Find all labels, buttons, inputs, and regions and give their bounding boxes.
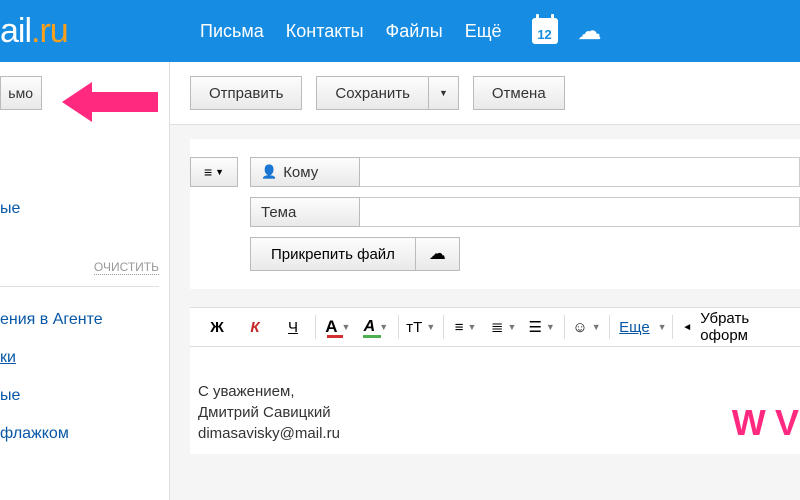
indent-icon: ≣ — [491, 318, 504, 336]
sidebar-link-ye[interactable]: ые — [0, 377, 169, 415]
cloud-icon[interactable]: ☁ — [578, 17, 602, 46]
sidebar-link-flag[interactable]: флажком — [0, 415, 169, 453]
caret-down-icon: ▼ — [468, 322, 477, 332]
action-toolbar: Отправить Сохранить ▼ Отмена — [170, 62, 800, 125]
signature-line: Дмитрий Савицкий — [198, 402, 800, 423]
separator — [315, 315, 316, 339]
nav-files[interactable]: Файлы — [386, 21, 443, 42]
attach-row: Прикрепить файл ☁ — [190, 237, 800, 271]
underline-button[interactable]: Ч — [274, 307, 312, 347]
nav-contacts[interactable]: Контакты — [286, 21, 364, 42]
attach-file-button[interactable]: Прикрепить файл — [250, 237, 416, 271]
font-size-button[interactable]: тT▼ — [402, 307, 440, 347]
subject-label: Тема — [250, 197, 360, 227]
to-label-button[interactable]: 👤 Кому — [250, 157, 360, 187]
separator — [564, 315, 565, 339]
cancel-button[interactable]: Отмена — [473, 76, 565, 110]
subject-input[interactable] — [360, 197, 800, 227]
sidebar-divider — [0, 286, 159, 287]
tutorial-arrow-icon — [62, 80, 162, 124]
smile-icon: ☺ — [572, 319, 587, 336]
sidebar-clear[interactable]: ОЧИСТИТЬ — [0, 258, 169, 276]
caret-down-icon: ▼ — [426, 322, 435, 332]
separator — [398, 315, 399, 339]
text-color-button[interactable]: A▼ — [319, 307, 357, 347]
save-button[interactable]: Сохранить — [316, 76, 428, 110]
caret-icon: ◄ — [682, 322, 692, 333]
caret-down-icon: ▼ — [215, 167, 224, 177]
top-header: ail.ru Письма Контакты Файлы Ещё 12 ☁ — [0, 0, 800, 62]
separator — [443, 315, 444, 339]
cloud-icon: ☁ — [429, 244, 446, 264]
highlight-button[interactable]: A▼ — [357, 307, 395, 347]
nav-more[interactable]: Ещё — [465, 21, 502, 42]
person-icon: 👤 — [261, 164, 277, 180]
main-area: ьмо ые ОЧИСТИТЬ ения в Агенте ки ые флаж… — [0, 62, 800, 500]
caret-down-icon: ▼ — [379, 322, 388, 332]
list-icon: ☰ — [528, 318, 541, 336]
to-input[interactable] — [360, 157, 800, 187]
sidebar-link-agent[interactable]: ения в Агенте — [0, 301, 169, 339]
to-row: ≡▼ 👤 Кому — [190, 157, 800, 187]
italic-button[interactable]: К — [236, 307, 274, 347]
save-dropdown-button[interactable]: ▼ — [428, 76, 459, 110]
caret-down-icon: ▼ — [507, 322, 516, 332]
compose-form: ≡▼ 👤 Кому Тема Прикрепить файл ☁ — [190, 139, 800, 289]
nav-mail[interactable]: Письма — [200, 21, 264, 42]
sidebar-link[interactable]: ые — [0, 190, 169, 228]
logo-ru: ru — [39, 12, 67, 50]
caret-down-icon: ▼ — [592, 322, 601, 332]
clear-format-button[interactable]: ◄ Убрать оформ — [676, 307, 792, 347]
indent-button[interactable]: ≣▼ — [485, 307, 523, 347]
calendar-icon[interactable]: 12 — [532, 18, 558, 44]
menu-icon: ≡ — [204, 164, 212, 180]
more-formats-button[interactable]: Еще▼ — [612, 307, 669, 347]
compose-button[interactable]: ьмо — [0, 76, 42, 110]
emoji-button[interactable]: ☺▼ — [568, 307, 606, 347]
sidebar: ьмо ые ОЧИСТИТЬ ения в Агенте ки ые флаж… — [0, 62, 170, 500]
header-icons: 12 ☁ — [532, 17, 602, 46]
subject-row: Тема — [190, 197, 800, 227]
attach-cloud-button[interactable]: ☁ — [416, 237, 460, 271]
subject-label-text: Тема — [261, 204, 296, 221]
separator — [672, 315, 673, 339]
align-button[interactable]: ≡▼ — [447, 307, 485, 347]
send-button[interactable]: Отправить — [190, 76, 302, 110]
caret-down-icon: ▼ — [342, 322, 351, 332]
watermark: W V — [732, 398, 800, 448]
save-group: Сохранить ▼ — [316, 76, 458, 110]
align-icon: ≡ — [455, 319, 464, 336]
separator — [609, 315, 610, 339]
sidebar-links: ые ОЧИСТИТЬ ения в Агенте ки ые флажком — [0, 190, 169, 453]
nav-links: Письма Контакты Файлы Ещё — [200, 21, 502, 42]
options-button[interactable]: ≡▼ — [190, 157, 238, 187]
sidebar-link-ki[interactable]: ки — [0, 339, 169, 377]
logo[interactable]: ail.ru — [0, 12, 170, 51]
message-body[interactable]: С уважением, Дмитрий Савицкий dimasavisk… — [190, 347, 800, 454]
list-button[interactable]: ☰▼ — [523, 307, 561, 347]
content-area: Отправить Сохранить ▼ Отмена ≡▼ 👤Кому Те… — [170, 62, 800, 500]
caret-down-icon: ▼ — [658, 322, 667, 332]
format-toolbar: Ж К Ч A▼ A▼ тT▼ ≡▼ ≣▼ ☰▼ ☺▼ Еще▼ ◄ Убрат… — [190, 307, 800, 347]
signature-line: dimasavisky@mail.ru — [198, 423, 800, 444]
signature-line: С уважением, — [198, 381, 800, 402]
caret-down-icon: ▼ — [546, 322, 555, 332]
logo-text: ail — [0, 12, 31, 50]
caret-down-icon: ▼ — [439, 88, 448, 98]
to-label-text: Кому — [283, 164, 318, 181]
bold-button[interactable]: Ж — [198, 307, 236, 347]
